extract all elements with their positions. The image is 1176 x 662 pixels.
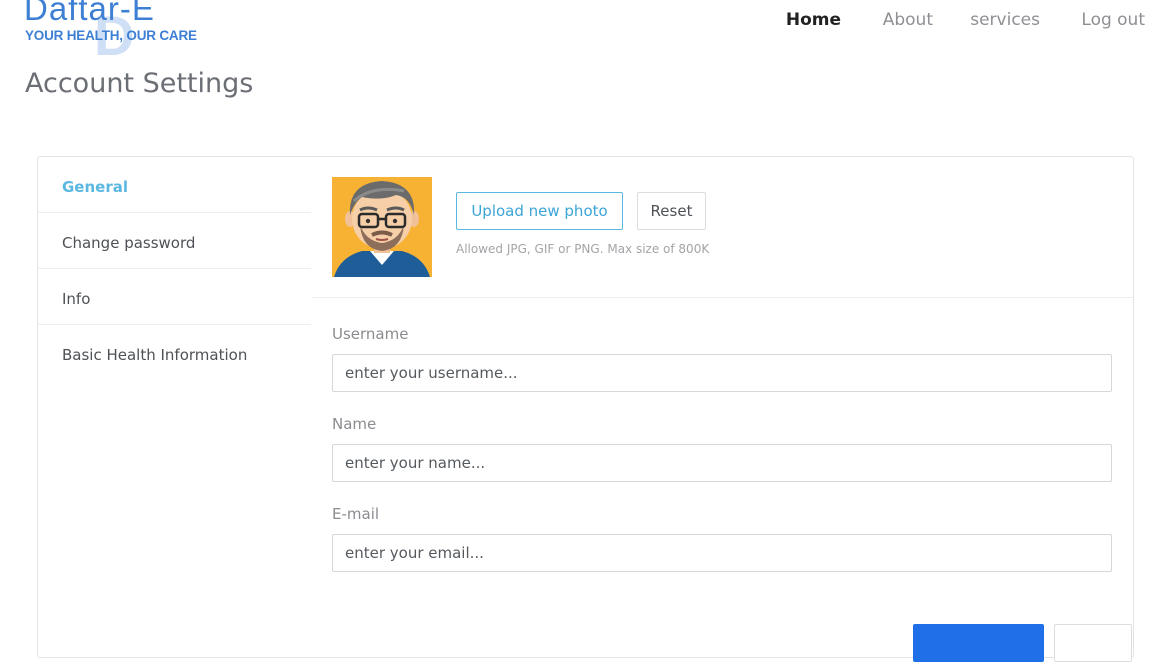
- avatar-illustration-icon: [332, 177, 432, 277]
- nav-about[interactable]: About: [883, 10, 933, 30]
- brand-name: Daftar-E: [24, 0, 155, 27]
- account-settings-card: General Change password Info Basic Healt…: [37, 156, 1134, 662]
- email-input[interactable]: [332, 534, 1112, 572]
- brand-tagline: YOUR HEALTH, OUR CARE: [25, 28, 197, 43]
- sidebar-item-info[interactable]: Info: [38, 269, 311, 325]
- save-changes-button[interactable]: [913, 624, 1044, 662]
- upload-photo-button[interactable]: Upload new photo: [456, 192, 623, 230]
- email-label: E-mail: [332, 505, 380, 523]
- sidebar-item-change-password[interactable]: Change password: [38, 213, 311, 269]
- name-label: Name: [332, 415, 377, 433]
- nav-services[interactable]: services: [970, 10, 1040, 30]
- reset-photo-button[interactable]: Reset: [637, 192, 706, 230]
- nav-home[interactable]: Home: [786, 10, 841, 30]
- section-divider: [312, 297, 1133, 298]
- settings-sidebar: General Change password Info Basic Healt…: [38, 157, 311, 381]
- brand-logo[interactable]: D Daftar-E YOUR HEALTH, OUR CARE: [24, 0, 197, 64]
- cancel-button[interactable]: [1054, 624, 1132, 662]
- sidebar-item-basic-health-information[interactable]: Basic Health Information: [38, 325, 311, 381]
- sidebar-item-general[interactable]: General: [38, 157, 311, 213]
- photo-upload-hint: Allowed JPG, GIF or PNG. Max size of 800…: [456, 242, 710, 256]
- name-input[interactable]: [332, 444, 1112, 482]
- page-title: Account Settings: [25, 68, 254, 99]
- nav-logout[interactable]: Log out: [1081, 10, 1145, 30]
- settings-main-panel: Upload new photo Reset Allowed JPG, GIF …: [312, 157, 1133, 662]
- username-label: Username: [332, 325, 409, 343]
- username-input[interactable]: [332, 354, 1112, 392]
- avatar: [332, 177, 432, 277]
